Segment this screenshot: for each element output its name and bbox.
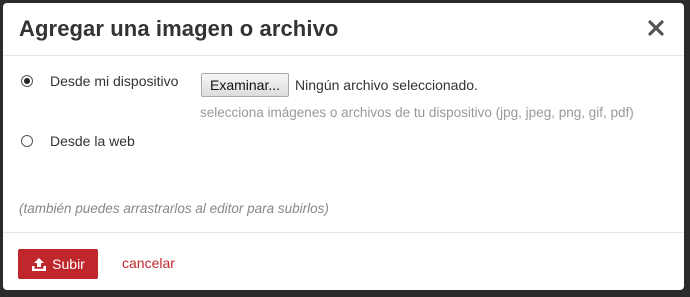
dialog-title: Agregar una imagen o archivo	[19, 16, 339, 41]
upload-icon	[31, 257, 47, 272]
dialog-footer: Subir cancelar	[3, 232, 684, 290]
browse-button[interactable]: Examinar...	[201, 73, 290, 97]
close-button[interactable]	[642, 14, 670, 42]
option-from-web[interactable]: Desde la web	[21, 133, 135, 149]
file-input: Examinar... Ningún archivo seleccionado.	[201, 73, 478, 97]
dialog-header: Agregar una imagen o archivo	[3, 3, 684, 56]
radio-from-web[interactable]	[21, 135, 33, 147]
radio-from-device[interactable]	[21, 75, 33, 87]
file-types-hint: selecciona imágenes o archivos de tu dis…	[200, 105, 634, 120]
submit-button[interactable]: Subir	[18, 249, 98, 279]
close-icon	[648, 20, 664, 36]
submit-button-label: Subir	[52, 256, 85, 272]
option-from-device-label: Desde mi dispositivo	[50, 73, 179, 89]
file-status-text: Ningún archivo seleccionado.	[295, 77, 478, 93]
option-from-device[interactable]: Desde mi dispositivo	[21, 73, 178, 89]
radio-selected-dot	[24, 78, 30, 84]
drag-drop-note: (también puedes arrastrarlos al editor p…	[19, 201, 329, 216]
cancel-link[interactable]: cancelar	[122, 255, 175, 271]
upload-dialog: Agregar una imagen o archivo Desde mi di…	[3, 3, 684, 290]
option-from-web-label: Desde la web	[50, 133, 135, 149]
